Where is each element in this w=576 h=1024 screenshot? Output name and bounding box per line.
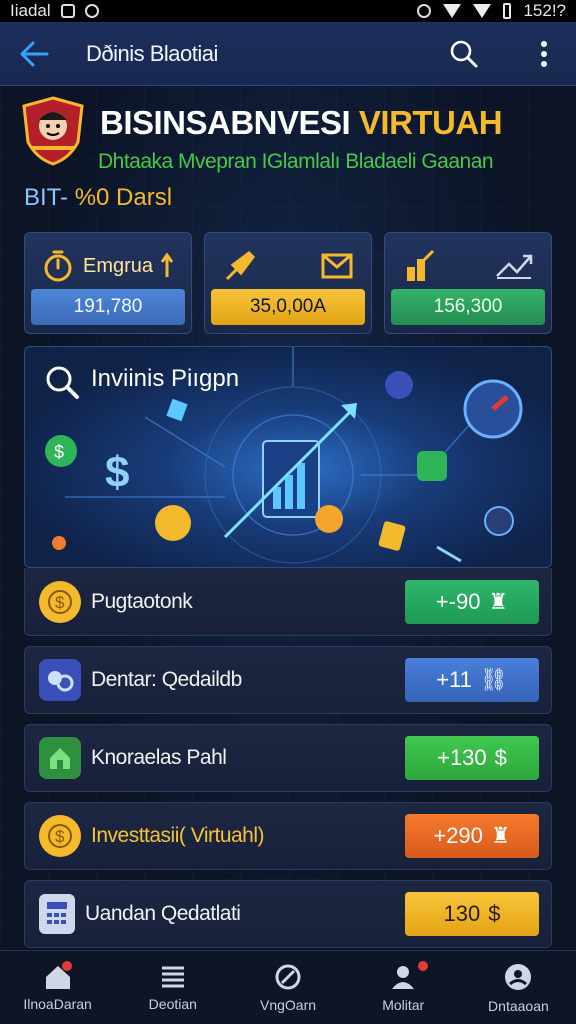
- house-icon: [39, 737, 81, 779]
- stat-card-growth[interactable]: 156,300: [384, 232, 552, 334]
- stat-value: 156,300: [391, 289, 545, 325]
- row-value-button[interactable]: 130 $: [405, 892, 539, 936]
- sync-icon: [417, 4, 432, 18]
- alarm-icon: [84, 4, 99, 18]
- nav-item-target[interactable]: VngOarn: [230, 951, 345, 1024]
- dollar-coin-icon: $: [39, 815, 81, 857]
- clock-time: 152!?: [523, 1, 566, 20]
- investment-banner[interactable]: $ $ Inviinis Piıgpn: [24, 346, 552, 568]
- search-icon: [450, 40, 478, 67]
- app-title: Dðinis Blaotiai: [86, 40, 218, 66]
- row-value-button[interactable]: +290 ♜: [405, 814, 539, 858]
- more-menu-button[interactable]: [528, 38, 560, 70]
- arrow-up-icon: [161, 253, 173, 277]
- user-icon: [392, 965, 415, 989]
- nav-label: Molitar: [382, 996, 425, 1013]
- nav-label: Dntaaoan: [488, 997, 549, 1014]
- stats-row: Emgrua 191,780 35,0,00A 156,300: [24, 232, 552, 334]
- nav-item-user[interactable]: Molitar: [346, 951, 461, 1024]
- svg-text:$: $: [54, 442, 64, 462]
- row-value: 130: [443, 901, 481, 926]
- gift-icon: ♜: [488, 588, 509, 614]
- bit-label: BIT-: [24, 184, 69, 211]
- signal-icon: [473, 4, 492, 18]
- subtitle: Dhtaaka Mvepran IGlamlalı Bladaeli Gaana…: [98, 150, 494, 173]
- stat-value: 191,780: [31, 289, 185, 325]
- transaction-list: $ Pugtaotonk +-90 ♜ Dentar: Qedaildb +11…: [24, 568, 552, 958]
- coin-icon: $: [488, 901, 501, 926]
- main-title: BISINSABNVESI VIRTUAH: [100, 104, 503, 142]
- row-value: +-90: [435, 588, 481, 614]
- row-label: Uandan Qedatlati: [85, 902, 241, 925]
- row-value-button[interactable]: +130 $: [405, 736, 539, 780]
- stat-label: Emgrua: [83, 254, 154, 277]
- app-bar: Dðinis Blaotiai: [0, 22, 576, 86]
- bottom-navigation: IlnoaDaran Deotian VngOarn Molitar Dntaa…: [0, 950, 576, 1024]
- row-label: Pugtaotonk: [91, 589, 193, 613]
- trend-line-icon: [496, 254, 533, 279]
- link-icon: [39, 659, 81, 701]
- nav-item-list[interactable]: Deotian: [115, 951, 230, 1024]
- stat-card-revenue[interactable]: 35,0,00A: [204, 232, 372, 334]
- gift-icon: ♜: [490, 823, 511, 848]
- arrow-left-icon: [20, 41, 49, 66]
- search-icon: [46, 366, 79, 399]
- chart-bars-icon: [407, 249, 435, 281]
- more-vertical-icon: [541, 40, 547, 67]
- target-icon: [275, 964, 301, 989]
- status-bar: Iiadal 152!?: [0, 0, 576, 22]
- bit-value: %0 Darsl: [74, 184, 173, 211]
- bit-balance: BIT- %0 Darsl: [24, 184, 172, 212]
- banner-title: Inviinis Piıgpn: [91, 365, 240, 392]
- nav-label: Deotian: [148, 995, 197, 1012]
- battery-icon: [503, 3, 512, 19]
- stopwatch-icon: [44, 250, 72, 282]
- row-label: Investtasii( Virtuahl): [91, 824, 265, 847]
- row-value: +130: [437, 745, 487, 770]
- list-item[interactable]: $ Investtasii( Virtuahl) +290 ♜: [24, 802, 552, 870]
- row-value: +290: [433, 823, 483, 848]
- list-item[interactable]: $ Pugtaotonk +-90 ♜: [24, 568, 552, 636]
- calculator-icon: [39, 894, 75, 934]
- back-button[interactable]: [16, 36, 52, 72]
- notification-icon: [60, 4, 75, 18]
- svg-text:$: $: [105, 448, 129, 497]
- page-header: BISINSABNVESI VIRTUAH Dhtaaka Mvepran IG…: [20, 96, 560, 216]
- list-item[interactable]: Uandan Qedatlati 130 $: [24, 880, 552, 948]
- dollar-coin-icon: $: [39, 580, 81, 623]
- scale-icon: ⛓: [479, 667, 508, 692]
- row-label: Dentar: Qedaildb: [91, 668, 242, 691]
- notification-dot: [62, 961, 72, 971]
- wifi-icon: [443, 4, 462, 18]
- list-item[interactable]: Knoraelas Pahl +130 $: [24, 724, 552, 792]
- list-icon: [161, 966, 184, 987]
- mail-icon: [321, 253, 353, 279]
- stat-value: 35,0,00A: [211, 289, 365, 325]
- main-title-part1: BISINSABNVESI: [100, 104, 351, 141]
- row-value: +11: [436, 667, 472, 692]
- main-title-part2: VIRTUAH: [358, 104, 503, 141]
- rocket-icon: [225, 251, 255, 281]
- nav-item-home[interactable]: IlnoaDaran: [0, 951, 115, 1024]
- row-value-button[interactable]: +-90 ♜: [405, 579, 539, 624]
- shield-logo-icon: [22, 96, 84, 166]
- coin-icon: $: [494, 745, 507, 770]
- nav-label: VngOarn: [259, 996, 317, 1013]
- row-value-button[interactable]: +11 ⛓: [405, 658, 539, 702]
- nav-item-account[interactable]: Dntaaoan: [461, 951, 576, 1024]
- svg-text:$: $: [55, 593, 65, 612]
- row-label: Knoraelas Pahl: [91, 746, 227, 769]
- carrier-text: Iiadal: [10, 1, 51, 20]
- nav-label: IlnoaDaran: [23, 995, 92, 1012]
- list-item[interactable]: Dentar: Qedaildb +11 ⛓: [24, 646, 552, 714]
- account-icon: [505, 963, 532, 990]
- stat-card-emgrua[interactable]: Emgrua 191,780: [24, 232, 192, 334]
- svg-text:$: $: [55, 827, 65, 846]
- search-button[interactable]: [448, 38, 480, 70]
- notification-dot: [417, 961, 428, 971]
